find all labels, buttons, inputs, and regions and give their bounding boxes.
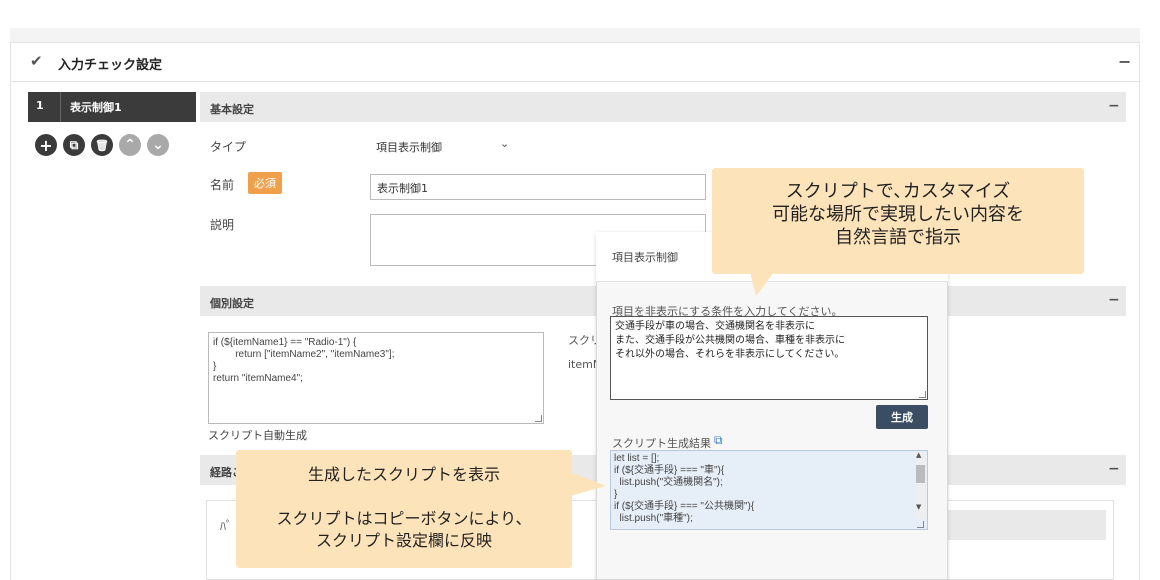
bottom-callout-pointer xyxy=(570,472,606,496)
required-badge: 必須 xyxy=(248,172,282,194)
chevron-down-icon: ⌄ xyxy=(500,137,510,150)
delete-icon[interactable]: 🗑 xyxy=(91,134,113,156)
basic-settings-title: 基本設定 xyxy=(210,103,254,116)
name-input-value: 表示制御1 xyxy=(377,182,428,195)
generate-button[interactable]: 生成 xyxy=(876,405,928,429)
name-input[interactable]: 表示制御1 xyxy=(370,174,706,200)
type-select-value: 項目表示制御 xyxy=(376,141,442,154)
result-label: スクリプト生成結果 xyxy=(612,437,711,450)
prompt-textarea[interactable]: 交通手段が車の場合、交通機関名を非表示に また、交通手段が公共機関の場合、車種を… xyxy=(610,316,928,400)
result-textarea[interactable]: let list = []; if (${交通手段} === "車"){ lis… xyxy=(610,450,928,530)
add-icon[interactable]: + xyxy=(35,134,57,156)
panel-header[interactable] xyxy=(10,42,1140,82)
nav-divider xyxy=(60,92,61,122)
result-resize-icon[interactable] xyxy=(917,521,924,528)
scroll-down-icon[interactable]: ▼ xyxy=(916,503,921,511)
move-up-icon[interactable]: ⌃ xyxy=(119,134,141,156)
top-callout-line1: スクリプトで､カスタマイズ xyxy=(785,181,1011,202)
bottom-callout-line1: 生成したスクリプトを表示 xyxy=(307,465,500,484)
scroll-up-icon[interactable]: ▲ xyxy=(916,451,921,459)
resize-handle-icon[interactable] xyxy=(535,415,542,422)
type-select[interactable]: 項目表示制御 ⌄ xyxy=(370,136,520,156)
basic-collapse-icon[interactable]: − xyxy=(1108,98,1120,114)
individual-collapse-icon[interactable]: − xyxy=(1108,292,1120,308)
panel-collapse-icon[interactable]: − xyxy=(1118,52,1131,71)
result-scrollbar-thumb[interactable] xyxy=(916,465,925,483)
nav-item-number: 1 xyxy=(36,99,44,112)
result-code: let list = []; if (${交通手段} === "車"){ lis… xyxy=(614,453,755,524)
copy-icon[interactable]: ⧉ xyxy=(63,134,85,156)
name-label: 名前 xyxy=(210,178,235,192)
top-callout: スクリプトで､カスタマイズ 可能な場所で実現したい内容を 自然言語で指示 xyxy=(712,168,1084,274)
copy-result-icon[interactable]: ⧉ xyxy=(714,433,723,448)
panel-title: 入力チェック設定 xyxy=(58,58,163,73)
script-textarea[interactable]: if (${itemName1} == "Radio-1") { return … xyxy=(208,332,544,424)
checkmark-icon: ✔ xyxy=(30,52,43,70)
auto-generate-link[interactable]: スクリプト自動生成 xyxy=(208,427,307,443)
move-down-icon[interactable]: ⌄ xyxy=(147,134,169,156)
description-label: 説明 xyxy=(210,218,235,232)
script-code: if (${itemName1} == "Radio-1") { return … xyxy=(213,337,395,384)
individual-settings-title: 個別設定 xyxy=(210,297,254,310)
bottom-callout-line2: スクリプトはコピーボタンにより、 xyxy=(276,509,532,528)
left-nav xyxy=(28,92,196,580)
top-callout-line2: 可能な場所で実現したい内容を xyxy=(772,204,1024,225)
route-inner-bar xyxy=(946,510,1106,540)
popup-title: 項目表示制御 xyxy=(612,251,678,264)
basic-settings-bar[interactable] xyxy=(200,92,1126,122)
prompt-resize-icon[interactable] xyxy=(919,391,926,398)
route-collapse-icon[interactable]: − xyxy=(1108,461,1120,477)
nav-item-label: 表示制御1 xyxy=(70,101,122,114)
type-label: タイプ xyxy=(210,140,247,154)
top-callout-pointer xyxy=(750,272,774,296)
top-callout-line3: 自然言語で指示 xyxy=(835,227,961,248)
bottom-callout-line3: スクリプト設定欄に反映 xyxy=(315,531,492,550)
top-strip xyxy=(10,28,1140,42)
prompt-text: 交通手段が車の場合、交通機関名を非表示に また、交通手段が公共機関の場合、車種を… xyxy=(615,321,845,360)
bottom-callout: 生成したスクリプトを表示 スクリプトはコピーボタンにより、 スクリプト設定欄に反… xyxy=(236,450,572,568)
